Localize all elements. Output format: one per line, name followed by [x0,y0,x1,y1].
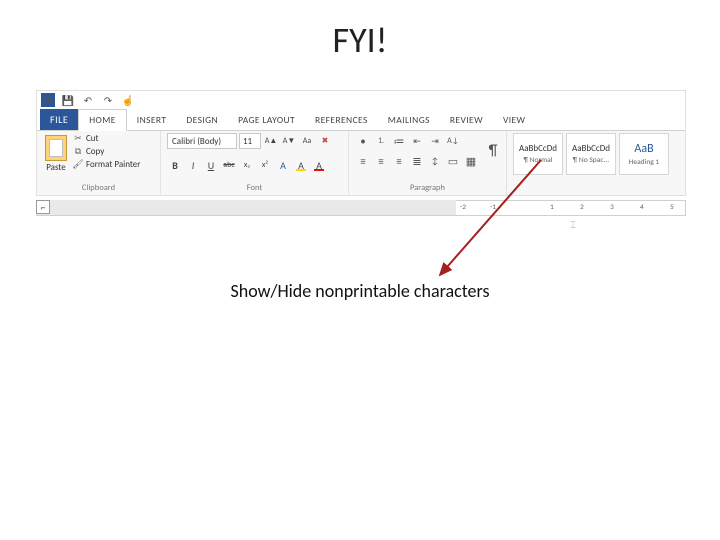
ruler-mark: -2 [460,203,466,212]
annotation-caption: Show/Hide nonprintable characters [0,280,720,302]
strikethrough-button[interactable]: abc [221,157,237,173]
ruler-mark: -1 [490,203,496,212]
italic-button[interactable]: I [185,157,201,173]
bullets-button[interactable]: • [355,133,371,149]
ruler-mark: 5 [670,203,674,212]
copy-button[interactable]: ⧉ Copy [73,146,140,157]
numbering-button[interactable]: 1. [373,133,389,149]
text-cursor-icon: ⌶ [570,218,576,231]
style-preview: AaBbCcDd [519,143,557,154]
group-clipboard: Paste ✂ Cut ⧉ Copy 🖌 Format Painter [37,131,161,195]
line-spacing-button[interactable]: ↕ [427,153,443,169]
ruler-mark: 1 [550,203,554,212]
tab-references[interactable]: REFERENCES [305,110,378,130]
tab-file[interactable]: FILE [40,109,78,130]
quick-access-toolbar: W 💾 ↶ ↷ ☝ [37,91,685,109]
multilevel-list-button[interactable]: ≔ [391,133,407,149]
group-font: Calibri (Body) 11 A▲ A▼ Aa ✖ B I U abc x… [161,131,349,195]
shading-button[interactable]: ▭ [445,153,461,169]
paste-label: Paste [46,162,66,173]
group-clipboard-label: Clipboard [43,182,154,195]
save-icon[interactable]: 💾 [61,93,75,107]
slide-title: FYI! [0,18,720,62]
paste-icon [45,135,67,161]
undo-icon[interactable]: ↶ [81,93,95,107]
font-color-button[interactable]: A [311,157,327,173]
ruler-active-region: -2 -1 1 2 3 4 5 [456,200,686,216]
tab-review[interactable]: REVIEW [440,110,493,130]
format-painter-label: Format Painter [86,159,140,170]
font-size-select[interactable]: 11 [239,133,261,149]
tab-view[interactable]: VIEW [493,110,535,130]
word-app-icon: W [41,93,55,107]
tab-design[interactable]: DESIGN [176,110,228,130]
style-name-label: ¶ No Spac... [573,156,609,165]
style-name-label: ¶ Normal [524,156,553,165]
tab-selector-icon[interactable]: ⌐ [36,200,50,214]
horizontal-ruler[interactable]: -2 -1 1 2 3 4 5 [36,200,686,216]
copy-icon: ⧉ [73,147,83,157]
ruler-inactive-region [36,200,456,216]
paste-button[interactable]: Paste [43,133,69,175]
word-ribbon: W 💾 ↶ ↷ ☝ FILE HOME INSERT DESIGN PAGE L… [36,90,686,196]
style-preview: AaBbCcDd [572,143,610,154]
cut-button[interactable]: ✂ Cut [73,133,140,144]
align-left-button[interactable]: ≡ [355,153,371,169]
style-normal[interactable]: AaBbCcDd ¶ Normal [513,133,563,175]
sort-button[interactable]: A↓ [445,133,461,149]
align-right-button[interactable]: ≡ [391,153,407,169]
cut-icon: ✂ [73,134,83,144]
copy-label: Copy [86,146,104,157]
bold-button[interactable]: B [167,157,183,173]
ribbon-tabs: FILE HOME INSERT DESIGN PAGE LAYOUT REFE… [37,109,685,131]
align-center-button[interactable]: ≡ [373,153,389,169]
tab-home[interactable]: HOME [78,109,127,131]
tab-page-layout[interactable]: PAGE LAYOUT [228,110,305,130]
borders-button[interactable]: ▦ [463,153,479,169]
group-paragraph-label: Paragraph [355,182,500,195]
subscript-button[interactable]: x₂ [239,157,255,173]
style-name-label: Heading 1 [629,158,660,167]
callout-arrow [0,0,720,540]
style-preview: AaB [634,142,653,156]
ruler-mark: 3 [610,203,614,212]
format-painter-icon: 🖌 [73,160,83,170]
ribbon-body: Paste ✂ Cut ⧉ Copy 🖌 Format Painter [37,131,685,195]
increase-indent-button[interactable]: ⇥ [427,133,443,149]
decrease-indent-button[interactable]: ⇤ [409,133,425,149]
justify-button[interactable]: ≣ [409,153,425,169]
redo-icon[interactable]: ↷ [101,93,115,107]
clear-formatting-button[interactable]: ✖ [317,133,333,149]
ruler-mark: 2 [580,203,584,212]
shrink-font-button[interactable]: A▼ [281,133,297,149]
group-paragraph: • 1. ≔ ⇤ ⇥ A↓ ≡ ≡ ≡ ≣ ↕ ▭ ▦ [349,131,507,195]
group-styles: AaBbCcDd ¶ Normal AaBbCcDd ¶ No Spac... … [507,131,685,195]
style-no-spacing[interactable]: AaBbCcDd ¶ No Spac... [566,133,616,175]
touch-mode-icon[interactable]: ☝ [121,93,135,107]
cut-label: Cut [86,133,99,144]
change-case-button[interactable]: Aa [299,133,315,149]
style-heading-1[interactable]: AaB Heading 1 [619,133,669,175]
text-effects-button[interactable]: A [275,157,291,173]
underline-button[interactable]: U [203,157,219,173]
ruler-mark: 4 [640,203,644,212]
font-name-select[interactable]: Calibri (Body) [167,133,237,149]
group-font-label: Font [167,182,342,195]
tab-mailings[interactable]: MAILINGS [378,110,440,130]
highlight-button[interactable]: A [293,157,309,173]
tab-insert[interactable]: INSERT [127,110,177,130]
grow-font-button[interactable]: A▲ [263,133,279,149]
show-hide-pilcrow-button[interactable]: ¶ [486,133,500,169]
format-painter-button[interactable]: 🖌 Format Painter [73,159,140,170]
superscript-button[interactable]: x² [257,157,273,173]
